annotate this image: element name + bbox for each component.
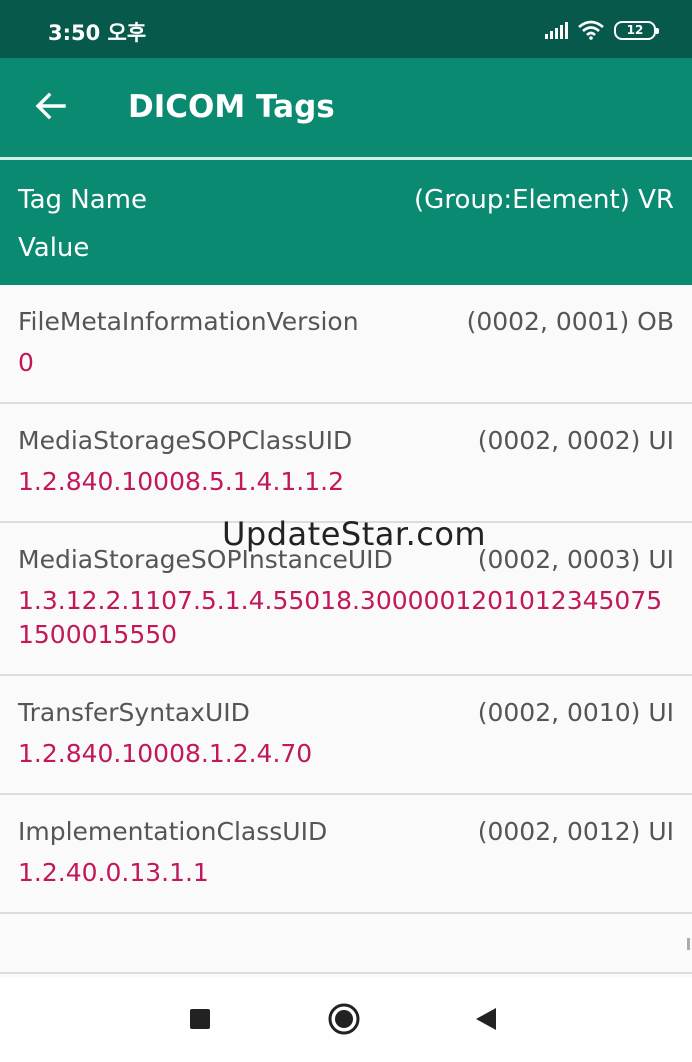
tag-name: MediaStorageSOPClassUID	[18, 426, 353, 455]
table-row[interactable]: ImplementationClassUID (0002, 0012) UI 1…	[0, 795, 692, 914]
column-header-group-element-vr: (Group:Element) VR	[414, 185, 674, 215]
tag-code: (0002, 0010) UI	[477, 698, 674, 727]
battery-level: 12	[626, 23, 644, 37]
tag-value: 1.3.12.2.1107.5.1.4.55018.30000012010123…	[18, 586, 663, 649]
tag-code: (0002, 0002) UI	[477, 426, 674, 455]
tag-name: ImplementationClassUID	[18, 817, 328, 846]
wifi-icon	[578, 20, 604, 40]
tag-code: (0002, 0001) OB	[466, 307, 674, 336]
status-icons: 12	[545, 20, 659, 40]
square-icon[interactable]	[182, 1001, 218, 1037]
tag-code: (0002, 0003) UI	[477, 545, 674, 574]
table-row[interactable]	[0, 914, 692, 974]
circle-icon[interactable]	[326, 1001, 362, 1037]
triangle-back-icon[interactable]	[468, 1001, 504, 1037]
app-bar: DICOM Tags	[0, 58, 692, 157]
tag-code: (0002, 0012) UI	[477, 817, 674, 846]
scrollbar[interactable]	[687, 938, 690, 950]
signal-icon	[545, 21, 568, 39]
table-row[interactable]: MediaStorageSOPClassUID (0002, 0002) UI …	[0, 404, 692, 523]
tag-name: TransferSyntaxUID	[18, 698, 250, 727]
table-row[interactable]: TransferSyntaxUID (0002, 0010) UI 1.2.84…	[0, 676, 692, 795]
column-header-tag-name: Tag Name	[18, 185, 147, 215]
navigation-bar	[0, 977, 692, 1062]
tag-list[interactable]: FileMetaInformationVersion (0002, 0001) …	[0, 285, 692, 977]
column-header-value: Value	[18, 233, 90, 263]
tag-value: 1.2.40.0.13.1.1	[18, 858, 209, 887]
table-row[interactable]: FileMetaInformationVersion (0002, 0001) …	[0, 285, 692, 404]
tag-value: 1.2.840.10008.5.1.4.1.1.2	[18, 467, 345, 496]
watermark: UpdateStar.com	[222, 515, 487, 553]
battery-icon: 12	[614, 20, 659, 40]
arrow-back-icon[interactable]	[30, 86, 70, 126]
status-time: 3:50 오후	[48, 21, 147, 45]
tag-name: FileMetaInformationVersion	[18, 307, 359, 336]
status-bar: 3:50 오후 12	[0, 0, 692, 58]
tag-value: 1.2.840.10008.1.2.4.70	[18, 739, 313, 768]
page-title: DICOM Tags	[128, 89, 335, 125]
table-header: Tag Name (Group:Element) VR Value	[0, 160, 692, 285]
tag-value: 0	[18, 348, 34, 377]
